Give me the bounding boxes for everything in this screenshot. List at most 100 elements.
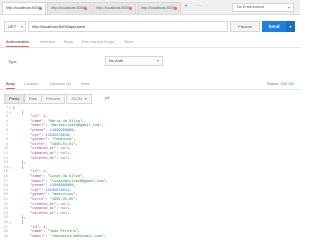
line-number: 17 — [3, 179, 8, 184]
tab-tests[interactable]: Tests — [124, 39, 133, 44]
tab-response-headers[interactable]: Headers (6) — [50, 81, 71, 86]
response-toolbar: Pretty Raw Preview JSON ▾ ⇌ — [0, 93, 300, 105]
params-button[interactable]: Params — [230, 21, 260, 32]
line-number: 27 — [3, 225, 8, 230]
tab-response-tests[interactable]: Tests — [80, 81, 89, 86]
line-number: 22 — [3, 202, 8, 207]
send-options-button[interactable]: ▾ — [286, 21, 295, 32]
code-text: "cpf": 12345678910, — [30, 133, 72, 138]
line-number: 26 — [3, 221, 8, 225]
request-tab-label: http://localhost:8000/ — [96, 6, 132, 10]
code-text: { — [13, 110, 24, 115]
wrap-lines-icon[interactable]: ⇌ — [103, 95, 111, 103]
line-number: 6 — [5, 129, 8, 133]
auth-type-label: Type — [8, 59, 17, 64]
auth-type-value: No Auth — [109, 58, 124, 63]
url-input[interactable]: http://localhost:8000/api/users — [28, 21, 228, 32]
code-text: "gender": "masculino", — [30, 193, 78, 198]
preview-button[interactable]: Preview — [41, 94, 66, 104]
code-text: "birth": "1995-05-05", — [30, 198, 78, 202]
format-label: JSON — [71, 96, 82, 101]
environment-label: No Environment — [237, 5, 265, 9]
environment-select[interactable]: No Environment ▾ — [232, 3, 294, 12]
method-label: GET — [8, 24, 17, 29]
code-text: "phone": 11999999999, — [30, 129, 76, 133]
line-number: 21 — [3, 198, 8, 202]
status-value: 200 OK — [280, 81, 294, 86]
chevron-down-icon: ▾ — [287, 5, 290, 10]
line-number: 19 — [3, 188, 8, 193]
line-number: 10 — [3, 147, 8, 152]
unsaved-dot-icon — [84, 7, 87, 10]
request-tab-label: http://localhost:8000/ — [141, 6, 177, 10]
code-text: "name": "Joao Pereira", — [30, 230, 80, 235]
request-tab-label: http://localhost:8000/ — [51, 6, 87, 10]
line-number: 12 — [3, 156, 8, 161]
raw-button[interactable]: Raw — [24, 94, 43, 104]
code-text: [ — [13, 106, 16, 110]
line-number: 14 — [3, 165, 8, 170]
line-number: 29 — [3, 234, 8, 237]
line-number: 16 — [3, 175, 8, 179]
line-number: 13 — [3, 161, 8, 166]
code-text: "phone": 11988888888, — [30, 184, 76, 189]
unsaved-dot-icon — [174, 7, 177, 10]
request-tab[interactable]: http://localhost:8000/ — [2, 2, 46, 14]
code-text: "gender": "feminino", — [30, 138, 76, 143]
line-number: 23 — [3, 207, 8, 212]
response-sections: Body Cookies Headers (6) Tests Status: 2… — [0, 80, 300, 90]
code-text: "email": "mariasilva10@gmail.com", — [30, 124, 104, 129]
line-number: 5 — [5, 124, 8, 129]
code-text: "email": "joaopereira@hotmail.com", — [30, 234, 106, 237]
line-number: 20 — [3, 193, 8, 198]
tab-cookies[interactable]: Cookies — [24, 81, 38, 86]
response-status: Status: 200 OK — [267, 81, 294, 86]
status-label: Status: — [266, 81, 280, 86]
chevron-down-icon: ▾ — [20, 24, 23, 29]
response-body-viewer[interactable]: 1 ▾[2 ▾ {3 "id": 1, 4 "name": "Maria da Sil… — [0, 106, 300, 237]
method-select[interactable]: GET ▾ — [4, 21, 26, 32]
tab-pre-request-script[interactable]: Pre-request Script — [82, 39, 114, 44]
line-number: 24 — [3, 211, 8, 216]
request-tab-label: http://localhost:8000/ — [6, 6, 42, 10]
line-number: 28 — [3, 230, 8, 235]
line-number: 9 — [5, 142, 8, 147]
add-tab-button[interactable]: + — [184, 3, 188, 10]
chevron-down-icon: ▾ — [84, 96, 87, 101]
code-text: "id": 1, — [30, 115, 48, 120]
tab-headers[interactable]: Headers — [40, 39, 55, 44]
line-number: 11 — [3, 152, 8, 156]
line-number: 7 — [5, 133, 8, 138]
line-number: 2 — [5, 110, 8, 115]
code-text: "email": "lucasdasilva10@gmail.com", — [30, 179, 108, 184]
request-tab[interactable]: http://localhost:8000/ — [47, 2, 91, 14]
request-tab[interactable]: http://localhost:8000/ — [92, 2, 136, 14]
code-text: "name": "Lucas da Silva", — [30, 175, 85, 179]
line-number: 3 — [5, 115, 8, 120]
tab-body[interactable]: Body — [64, 39, 73, 44]
auth-type-row: Type No Auth ▾ — [0, 55, 300, 69]
code-line: 29 "email": "joaopereira@hotmail.com", — [0, 235, 300, 237]
auth-type-select[interactable]: No Auth ▾ — [105, 56, 163, 66]
tab-response-body[interactable]: Body — [6, 81, 16, 89]
line-number: 4 — [5, 119, 8, 124]
code-text: "created_at": null, — [30, 202, 72, 207]
pretty-button[interactable]: Pretty — [4, 94, 25, 104]
line-number: 18 — [3, 184, 8, 189]
unsaved-dot-icon — [129, 7, 132, 10]
line-number: 1 — [5, 106, 8, 110]
code-text: "updated_at": null, — [30, 152, 72, 156]
tab-authorization[interactable]: Authorization — [6, 39, 30, 47]
request-tab-strip: http://localhost:8000/ http://localhost:… — [0, 0, 300, 15]
code-text: }, — [13, 161, 26, 166]
unsaved-dot-icon — [39, 7, 42, 10]
url-bar: GET ▾ http://localhost:8000/api/users Pa… — [0, 18, 300, 36]
code-text: "created_at": null, — [30, 147, 72, 152]
code-text: "id": 2, — [30, 170, 48, 175]
chevron-down-icon: ▾ — [156, 58, 159, 63]
more-tabs-button[interactable]: ··· — [196, 3, 202, 9]
request-tab[interactable]: http://localhost:8000/ — [137, 2, 181, 14]
line-number: 25 — [3, 216, 8, 221]
format-select[interactable]: JSON ▾ — [66, 94, 92, 104]
send-button[interactable]: Send — [262, 21, 286, 32]
